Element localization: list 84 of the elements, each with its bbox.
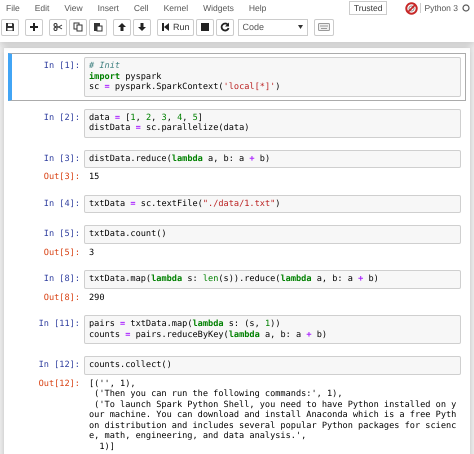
code-line: import pyspark <box>89 72 162 82</box>
notebook-cell[interactable]: In [4]: txtData = sc.textFile("./data/1.txt") <box>8 190 466 217</box>
code-line: txtData = sc.textFile("./data/1.txt") <box>89 198 282 209</box>
input-prompt: In [2]: <box>42 112 81 123</box>
notebook-cell[interactable]: In [5]: txtData.count() Out[5]: 3 <box>8 221 466 262</box>
arrow-down-icon <box>137 22 147 32</box>
code-line: pairs = txtData.map(lambda s: (s, 1)) <box>89 319 282 330</box>
stop-icon <box>200 22 210 32</box>
notebook-cell[interactable]: In [1]: # Init import pyspark sc = pyspark.SparkContext('local[*]') <box>8 53 466 100</box>
menu-item[interactable]: Widgets <box>203 3 234 13</box>
code-line: distData.reduce(lambda a, b: a + b) <box>89 154 272 164</box>
paste-icon <box>93 22 103 32</box>
menu-item[interactable]: View <box>64 3 83 13</box>
code-line: sc = pyspark.SparkContext('local[*]') <box>89 82 282 92</box>
input-prompt: In [1]: <box>42 60 81 72</box>
plus-icon <box>29 22 39 32</box>
input-prompt: In [4]: <box>42 198 81 209</box>
output-prompt: Out[8]: <box>42 292 81 303</box>
menu-item[interactable]: Kernel <box>164 3 188 13</box>
move-up-button[interactable] <box>113 18 131 36</box>
output-prompt: Out[5]: <box>42 248 81 258</box>
notebook-cell[interactable]: In [11]: pairs = txtData.map(lambda s: (s, 1)) counts = pairs.reduceByKey(lambda a, b: a + b) <box>8 311 466 348</box>
kernel-idle-icon <box>462 4 470 12</box>
output-line: ('Then you can run the following commands:', 1), <box>93 389 344 400</box>
output-line: 3 <box>89 248 96 258</box>
restart-button[interactable] <box>216 18 234 36</box>
input-prompt: In [5]: <box>42 228 81 240</box>
menu-item[interactable]: Edit <box>34 3 50 13</box>
code-input[interactable]: data = [1, 2, 3, 4, 5] distData = sc.parallelize(data) <box>84 108 462 138</box>
keyboard-shortcuts-button[interactable] <box>314 18 334 36</box>
input-prompt: In [3]: <box>42 152 81 164</box>
code-input[interactable]: txtData.map(lambda s: len(s)).reduce(lambda a, b: a + b) <box>84 270 462 288</box>
dropdown-caret-icon <box>298 25 303 29</box>
code-input[interactable]: counts.collect() <box>84 356 462 374</box>
cut-button[interactable] <box>49 18 67 36</box>
menu-item[interactable]: File <box>6 3 20 13</box>
code-line: txtData.map(lambda s: len(s)).reduce(lambda a, b: a + b) <box>89 274 380 284</box>
menu-item[interactable]: Insert <box>98 3 119 13</box>
input-prompt: In [8]: <box>42 273 81 284</box>
run-button[interactable]: Run <box>157 18 194 36</box>
notebook-cell[interactable]: In [2]: data = [1, 2, 3, 4, 5] distData = sc.parallelize(data) <box>8 104 466 142</box>
code-input[interactable]: txtData = sc.textFile("./data/1.txt") <box>84 194 462 213</box>
output-line: ('To launch Spark Python Shell, you need to have Python installed on y <box>93 400 456 410</box>
save-button[interactable] <box>1 18 19 36</box>
output-line: 1)] <box>98 442 116 452</box>
step-forward-icon <box>161 22 171 32</box>
save-icon <box>5 22 15 32</box>
code-line: counts.collect() <box>89 360 173 370</box>
notebook-cell[interactable]: In [8]: txtData.map(lambda s: len(s)).reduce(lambda a, b: a + b) Out[8]: 290 <box>8 266 466 307</box>
keyboard-icon <box>318 23 330 31</box>
restart-icon <box>220 22 230 32</box>
input-prompt: In [11]: <box>38 318 81 330</box>
trusted-button[interactable]: Trusted <box>348 1 388 15</box>
notebook-cell[interactable]: In [3]: distData.reduce(lambda a, b: a + b) Out[3]: 15 <box>8 146 466 186</box>
output-line: 15 <box>89 172 100 182</box>
kernel-name: Python 3 <box>420 3 458 13</box>
input-prompt: In [12]: <box>38 359 81 370</box>
code-line: # Init <box>89 61 122 72</box>
code-input[interactable]: pairs = txtData.map(lambda s: (s, 1)) counts = pairs.reduceByKey(lambda a, b: a + b) <box>84 315 462 344</box>
output-line: on distribution and includes several popular Python packages for scienc <box>89 420 456 431</box>
copy-icon <box>73 22 83 32</box>
scissors-icon <box>53 22 63 32</box>
code-input[interactable]: # Init import pyspark sc = pyspark.SparkContext('local[*]') <box>84 57 462 96</box>
copy-button[interactable] <box>69 18 87 36</box>
code-input[interactable]: txtData.count() <box>84 225 462 244</box>
code-line: data = [1, 2, 3, 4, 5] <box>89 112 204 123</box>
code-line: txtData.count() <box>89 229 168 240</box>
output-prompt: Out[3]: <box>42 172 81 182</box>
menu-item[interactable]: Cell <box>134 3 149 13</box>
menu-item[interactable]: Help <box>248 3 266 13</box>
move-down-button[interactable] <box>133 18 151 36</box>
arrow-up-icon <box>117 22 127 32</box>
cell-type-select[interactable]: Code <box>238 18 308 36</box>
paste-button[interactable] <box>89 18 107 36</box>
code-input[interactable]: distData.reduce(lambda a, b: a + b) <box>84 150 462 168</box>
output-line: e, math, engineering, and data analysis.', <box>89 431 308 442</box>
code-line: counts = pairs.reduceByKey(lambda a, b: a + b) <box>89 330 328 340</box>
insert-cell-button[interactable] <box>25 18 43 36</box>
output-line: 290 <box>89 292 106 303</box>
output-line: [('', 1), <box>89 378 137 389</box>
output-prompt: Out[12]: <box>38 378 81 389</box>
output-line: our machine. You can download and install Anaconda which is a free Pyth <box>89 410 456 420</box>
stop-button[interactable] <box>196 18 214 36</box>
code-line: distData = sc.parallelize(data) <box>89 123 250 134</box>
